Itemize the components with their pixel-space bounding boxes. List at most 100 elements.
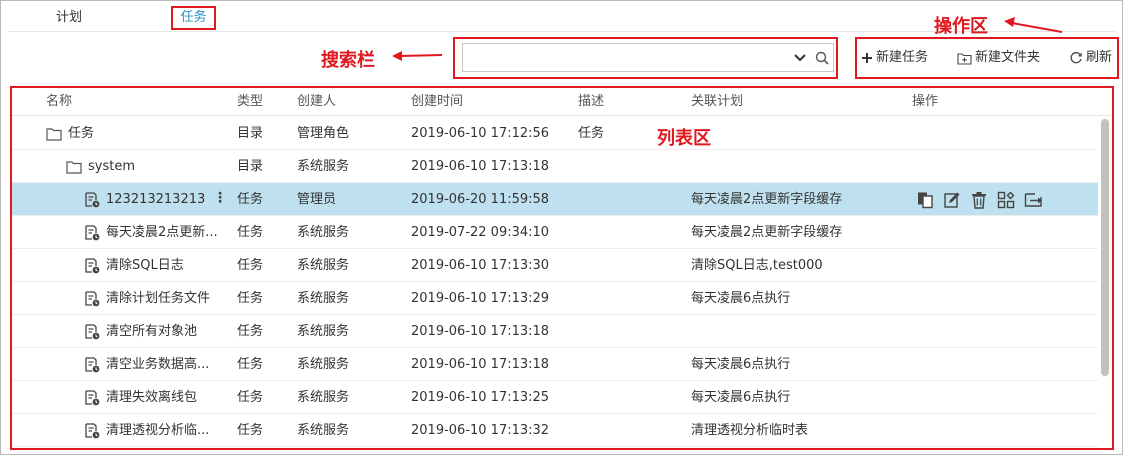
cell-name[interactable]: 123213213213 <box>84 183 205 216</box>
cell-created-time: 2019-06-10 17:13:18 <box>411 324 550 339</box>
search-field[interactable] <box>462 43 834 72</box>
cell-name[interactable]: 清空业务数据高... <box>84 348 209 381</box>
task-icon <box>85 258 100 274</box>
task-icon <box>85 390 100 406</box>
cell-type: 任务 <box>237 192 264 207</box>
table-row[interactable]: 清空业务数据高... 任务 系统服务 2019-06-10 17:13:18 每天凌晨6… <box>12 348 1098 381</box>
scrollbar-thumb[interactable] <box>1101 119 1109 376</box>
folder-icon <box>66 160 82 174</box>
refresh-icon <box>1070 52 1082 64</box>
cell-related-plan: 每天凌晨2点更新字段缓存 <box>691 192 843 207</box>
new-folder-button[interactable]: 新建文件夹 <box>957 49 1040 67</box>
cell-name[interactable]: 任务 <box>46 117 94 150</box>
chevron-down-icon[interactable] <box>792 50 808 66</box>
more-options-icon[interactable]: ⋮ <box>213 183 227 216</box>
new-task-label: 新建任务 <box>876 50 929 65</box>
table-header: 名称 类型 创建人 创建时间 描述 关联计划 操作 <box>12 88 1112 116</box>
cell-name[interactable]: system <box>66 150 135 183</box>
column-header-creator[interactable]: 创建人 <box>297 88 336 116</box>
task-icon <box>85 291 100 307</box>
task-icon <box>85 225 100 241</box>
cell-type: 目录 <box>237 159 264 174</box>
cell-creator: 系统服务 <box>297 225 350 240</box>
cell-name[interactable]: 清理失效离线包 <box>84 381 197 414</box>
table-row[interactable]: system 目录 系统服务 2019-06-10 17:13:18 <box>12 150 1098 183</box>
edit-icon[interactable] <box>943 191 961 209</box>
cell-name-label: 清理透视分析临... <box>106 423 210 438</box>
column-header-created-time[interactable]: 创建时间 <box>411 88 463 116</box>
search-icon[interactable] <box>814 50 830 66</box>
cell-created-time: 2019-06-10 17:13:25 <box>411 390 550 405</box>
cell-creator: 系统服务 <box>297 159 350 174</box>
task-icon <box>85 357 100 373</box>
cell-related-plan: 清除SQL日志,test000 <box>691 258 823 273</box>
cell-name[interactable]: 清空所有对象池 <box>84 315 197 348</box>
cell-creator: 系统服务 <box>297 291 350 306</box>
column-header-related-plan[interactable]: 关联计划 <box>691 88 743 116</box>
table-row[interactable]: 清空所有对象池 任务 系统服务 2019-06-10 17:13:18 <box>12 315 1098 348</box>
cell-name[interactable]: 清除SQL日志 <box>84 249 184 282</box>
table-row[interactable]: 清除SQL日志 任务 系统服务 2019-06-10 17:13:30 清除SQL日志,… <box>12 249 1098 282</box>
refresh-label: 刷新 <box>1086 50 1113 65</box>
annotation-arrow-ops <box>1004 17 1063 33</box>
cell-name[interactable]: 清除计划任务文件 <box>84 282 210 315</box>
cell-creator: 系统服务 <box>297 357 350 372</box>
table-row[interactable]: 清理失效离线包 任务 系统服务 2019-06-10 17:13:25 每天凌晨6点执行 <box>12 381 1098 414</box>
cell-created-time: 2019-06-20 11:59:58 <box>411 192 550 207</box>
cell-type: 任务 <box>237 225 264 240</box>
cell-name-label: 清空所有对象池 <box>106 324 198 339</box>
move-icon[interactable] <box>1024 191 1044 209</box>
table-row[interactable]: 清除计划任务文件 任务 系统服务 2019-06-10 17:13:29 每天凌晨6点执… <box>12 282 1098 315</box>
cell-related-plan: 每天凌晨6点执行 <box>691 357 791 372</box>
task-icon <box>85 423 100 439</box>
cell-type: 任务 <box>237 291 264 306</box>
task-icon <box>85 192 100 208</box>
cell-type: 任务 <box>237 423 264 438</box>
cell-creator: 管理角色 <box>297 126 350 141</box>
cell-created-time: 2019-06-10 17:13:32 <box>411 423 550 438</box>
cell-creator: 系统服务 <box>297 324 350 339</box>
manage-icon[interactable] <box>997 191 1015 209</box>
tab-task[interactable]: 任务 <box>171 6 216 30</box>
table-row[interactable]: 清理透视分析临... 任务 系统服务 2019-06-10 17:13:32 清理透视分… <box>12 414 1098 447</box>
table-row[interactable]: 任务 目录 管理角色 2019-06-10 17:12:56 任务 <box>12 117 1098 150</box>
table-row[interactable]: 每天凌晨2点更新... 任务 系统服务 2019-07-22 09:34:10 每天凌晨… <box>12 216 1098 249</box>
cell-name[interactable]: 清理透视分析临... <box>84 414 209 447</box>
plus-icon <box>862 53 872 63</box>
cell-creator: 系统服务 <box>297 258 350 273</box>
annotation-ops-area: 操作区 <box>934 16 988 37</box>
task-icon <box>85 324 100 340</box>
cell-name[interactable]: 每天凌晨2点更新... <box>84 216 218 249</box>
cell-created-time: 2019-06-10 17:13:18 <box>411 159 550 174</box>
new-task-button[interactable]: 新建任务 <box>861 49 928 67</box>
cell-name-label: 清除SQL日志 <box>106 258 184 273</box>
column-header-actions: 操作 <box>912 94 939 109</box>
column-header-type[interactable]: 类型 <box>237 88 263 116</box>
tab-plan[interactable]: 计划 <box>56 6 82 30</box>
cell-created-time: 2019-07-22 09:34:10 <box>411 225 550 240</box>
cell-name-label: 123213213213 <box>106 192 206 207</box>
search-input[interactable] <box>467 46 787 69</box>
cell-creator: 系统服务 <box>297 390 350 405</box>
cell-type: 任务 <box>237 357 264 372</box>
refresh-button[interactable]: 刷新 <box>1069 49 1112 67</box>
cell-created-time: 2019-06-10 17:13:30 <box>411 258 550 273</box>
cell-name-label: 每天凌晨2点更新... <box>106 225 218 240</box>
column-header-name[interactable]: 名称 <box>46 88 72 116</box>
cell-name-label: 清除计划任务文件 <box>106 291 211 306</box>
cell-creator: 系统服务 <box>297 423 350 438</box>
copy-icon[interactable] <box>916 191 934 209</box>
folder-icon <box>46 127 62 141</box>
annotation-arrow-search <box>392 51 443 61</box>
cell-type: 目录 <box>237 126 264 141</box>
cell-related-plan: 清理透视分析临时表 <box>691 423 809 438</box>
delete-icon[interactable] <box>970 191 988 209</box>
cell-name-label: system <box>88 159 135 174</box>
cell-type: 任务 <box>237 324 264 339</box>
column-header-description[interactable]: 描述 <box>578 88 604 116</box>
cell-created-time: 2019-06-10 17:13:18 <box>411 357 550 372</box>
cell-related-plan: 每天凌晨6点执行 <box>691 291 791 306</box>
table-row[interactable]: 123213213213 任务 管理员 2019-06-20 11:59:58 每天凌晨… <box>12 183 1098 216</box>
new-folder-icon <box>957 52 972 65</box>
row-actions <box>916 191 1044 209</box>
